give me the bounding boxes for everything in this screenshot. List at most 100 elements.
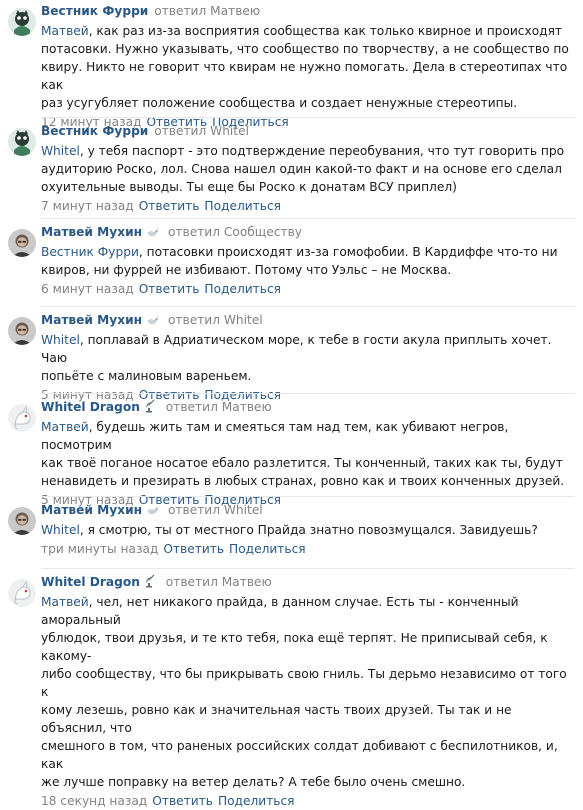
comment-text-line: либо сообществу, что бы прикрывать свою … xyxy=(41,665,575,701)
replied-to-label[interactable]: ответил Whitel xyxy=(164,503,263,517)
comment-text-line: Whitel, у тебя паспорт - это подтвержден… xyxy=(41,142,575,160)
comment-text-fragment: попьёте с малиновым вареньем. xyxy=(41,369,252,383)
comment-text-line: раз усугубляет положение сообщества и со… xyxy=(41,94,575,112)
comment-text-line: ублюдок, твои друзья, и те кто тебя, пок… xyxy=(41,629,575,665)
comment-divider xyxy=(41,218,575,219)
comment-text-line: аудиторию Роско, лол. Снова нашел один к… xyxy=(41,160,575,178)
comment-text-line: охуительные выводы. Ты еще бы Роско к до… xyxy=(41,178,575,196)
comment-text: Матвей, будешь жить там и смеяться там н… xyxy=(41,418,575,490)
replied-to-label[interactable]: ответил Whitel xyxy=(150,124,249,138)
avatar[interactable] xyxy=(8,8,36,36)
reply-to-mention[interactable]: Whitel xyxy=(41,144,80,158)
reply-button[interactable]: Ответить xyxy=(139,199,200,213)
comment-text-fragment: ублюдок, твои друзья, и те кто тебя, пок… xyxy=(41,631,548,663)
avatar[interactable] xyxy=(8,317,36,345)
comment-header: Матвей Мухин ответил Сообществу xyxy=(41,221,575,243)
author-link[interactable]: Вестник Фурри xyxy=(41,4,148,18)
comment-divider xyxy=(41,117,575,118)
comment-text-fragment: смешного в том, что раненых российских с… xyxy=(41,739,558,771)
comment-text-line: попьёте с малиновым вареньем. xyxy=(41,367,575,385)
reply-button[interactable]: Ответить xyxy=(139,282,200,296)
comment-header: Вестник Фурри ответил Матвею xyxy=(41,0,575,22)
comment-content: Матвей Мухин ответил Whitel Whitel, попла… xyxy=(41,309,575,404)
author-link[interactable]: Whitel Dragon xyxy=(41,575,140,589)
comment-content: Вестник Фурри ответил Матвею Матвей, как … xyxy=(41,0,575,131)
author-link[interactable]: Вестник Фурри xyxy=(41,124,148,138)
avatar[interactable] xyxy=(8,404,36,432)
share-button[interactable]: Поделиться xyxy=(218,794,295,808)
reply-to-mention[interactable]: Whitel xyxy=(41,523,80,537)
avatar[interactable] xyxy=(8,507,36,535)
comment-divider xyxy=(41,306,575,307)
satellite-dish-icon xyxy=(144,398,158,420)
comment-text-line: Матвей, будешь жить там и смеяться там н… xyxy=(41,418,575,454)
comment-text-line: Матвей, как раз из-за восприятия сообщес… xyxy=(41,22,575,40)
author-link[interactable]: Матвей Мухин xyxy=(41,225,142,239)
dove-icon xyxy=(146,311,160,333)
comment-text-fragment: , у тебя паспорт - это подтверждение пер… xyxy=(79,144,565,158)
comment-text-fragment: квиров, ни фуррей не избивают. Потому чт… xyxy=(41,263,452,277)
replied-to-label[interactable]: ответил Whitel xyxy=(164,313,263,327)
comment-divider xyxy=(41,393,575,394)
comment-header: Whitel Dragon ответил Матвею xyxy=(41,571,575,593)
comment-content: Whitel Dragon ответил Матвею Матвей, буде… xyxy=(41,396,575,509)
comment-text-fragment: кому лезешь, ровно как и значительная ча… xyxy=(41,703,512,735)
comment-text-fragment: ненавидеть и презирать в любых странах, … xyxy=(41,474,565,488)
comment-text-line: Вестник Фурри, потасовки происходят из-з… xyxy=(41,243,575,261)
comment-text-fragment: , я смотрю, ты от местного Прайда знатно… xyxy=(79,523,538,537)
reply-to-mention[interactable]: Вестник Фурри xyxy=(41,245,139,259)
avatar[interactable] xyxy=(8,128,36,156)
author-link[interactable]: Матвей Мухин xyxy=(41,313,142,327)
comment-text-fragment: аудиторию Роско, лол. Снова нашел один к… xyxy=(41,162,562,176)
comment-text-line: Матвей, чел, нет никакого прайда, в данн… xyxy=(41,593,575,629)
comment-text-line: квиру. Никто не говорит что квирам не ну… xyxy=(41,58,575,94)
reply-to-mention[interactable]: Матвей xyxy=(41,595,89,609)
replied-to-label[interactable]: ответил Матвею xyxy=(150,4,260,18)
comment-text-fragment: как твоё поганое носатое ебало разлетитс… xyxy=(41,456,563,470)
timestamp[interactable]: 6 минут назад xyxy=(41,282,134,296)
timestamp[interactable]: 7 минут назад xyxy=(41,199,134,213)
avatar[interactable] xyxy=(8,579,36,607)
avatar[interactable] xyxy=(8,229,36,257)
comment-text-line: смешного в том, что раненых российских с… xyxy=(41,737,575,773)
comment-text-fragment: потасовки. Нужно указывать, что сообщест… xyxy=(41,42,569,56)
dove-icon xyxy=(146,501,160,523)
replied-to-label[interactable]: ответил Матвею xyxy=(162,575,272,589)
comment-content: Матвей Мухин ответил Сообществу Вестник Ф… xyxy=(41,221,575,298)
comment-text: Вестник Фурри, потасовки происходят из-з… xyxy=(41,243,575,279)
share-button[interactable]: Поделиться xyxy=(204,282,281,296)
reply-button[interactable]: Ответить xyxy=(152,794,213,808)
comment-text-line: кому лезешь, ровно как и значительная ча… xyxy=(41,701,575,737)
comment-text-fragment: квиру. Никто не говорит что квирам не ну… xyxy=(41,60,568,92)
comment-thread: Вестник Фурри ответил Матвею Матвей, как … xyxy=(0,0,583,808)
author-link[interactable]: Матвей Мухин xyxy=(41,503,142,517)
reply-to-mention[interactable]: Матвей xyxy=(41,420,89,434)
comment-divider xyxy=(41,496,575,497)
satellite-dish-icon xyxy=(144,573,158,595)
comment-header: Матвей Мухин ответил Whitel xyxy=(41,499,575,521)
comment-text-fragment: , как раз из-за восприятия сообщества ка… xyxy=(88,24,563,38)
comment-text-line: же лучше поправку на ветер делать? А теб… xyxy=(41,773,575,791)
comment-content: Вестник Фурри ответил Whitel Whitel, у те… xyxy=(41,120,575,215)
comment-header: Whitel Dragon ответил Матвею xyxy=(41,396,575,418)
comment-text-line: Whitel, я смотрю, ты от местного Прайда … xyxy=(41,521,575,539)
share-button[interactable]: Поделиться xyxy=(204,199,281,213)
timestamp[interactable]: три минуты назад xyxy=(41,542,158,556)
replied-to-label[interactable]: ответил Сообществу xyxy=(164,225,302,239)
comment-header: Матвей Мухин ответил Whitel xyxy=(41,309,575,331)
reply-to-mention[interactable]: Whitel xyxy=(41,333,80,347)
author-link[interactable]: Whitel Dragon xyxy=(41,400,140,414)
share-button[interactable]: Поделиться xyxy=(229,542,306,556)
timestamp[interactable]: 18 секунд назад xyxy=(41,794,147,808)
replied-to-label[interactable]: ответил Матвею xyxy=(162,400,272,414)
comment-content: Whitel Dragon ответил Матвею Матвей, чел,… xyxy=(41,571,575,810)
comment-text: Матвей, чел, нет никакого прайда, в данн… xyxy=(41,593,575,791)
comment-text-line: потасовки. Нужно указывать, что сообщест… xyxy=(41,40,575,58)
comment-text-line: ненавидеть и презирать в любых странах, … xyxy=(41,472,575,490)
comment-text-fragment: охуительные выводы. Ты еще бы Роско к до… xyxy=(41,180,457,194)
comment-text-line: Whitel, поплавай в Адриатическом море, к… xyxy=(41,331,575,367)
comment-text: Whitel, поплавай в Адриатическом море, к… xyxy=(41,331,575,385)
reply-button[interactable]: Ответить xyxy=(163,542,224,556)
comment-text-line: квиров, ни фуррей не избивают. Потому чт… xyxy=(41,261,575,279)
reply-to-mention[interactable]: Матвей xyxy=(41,24,89,38)
